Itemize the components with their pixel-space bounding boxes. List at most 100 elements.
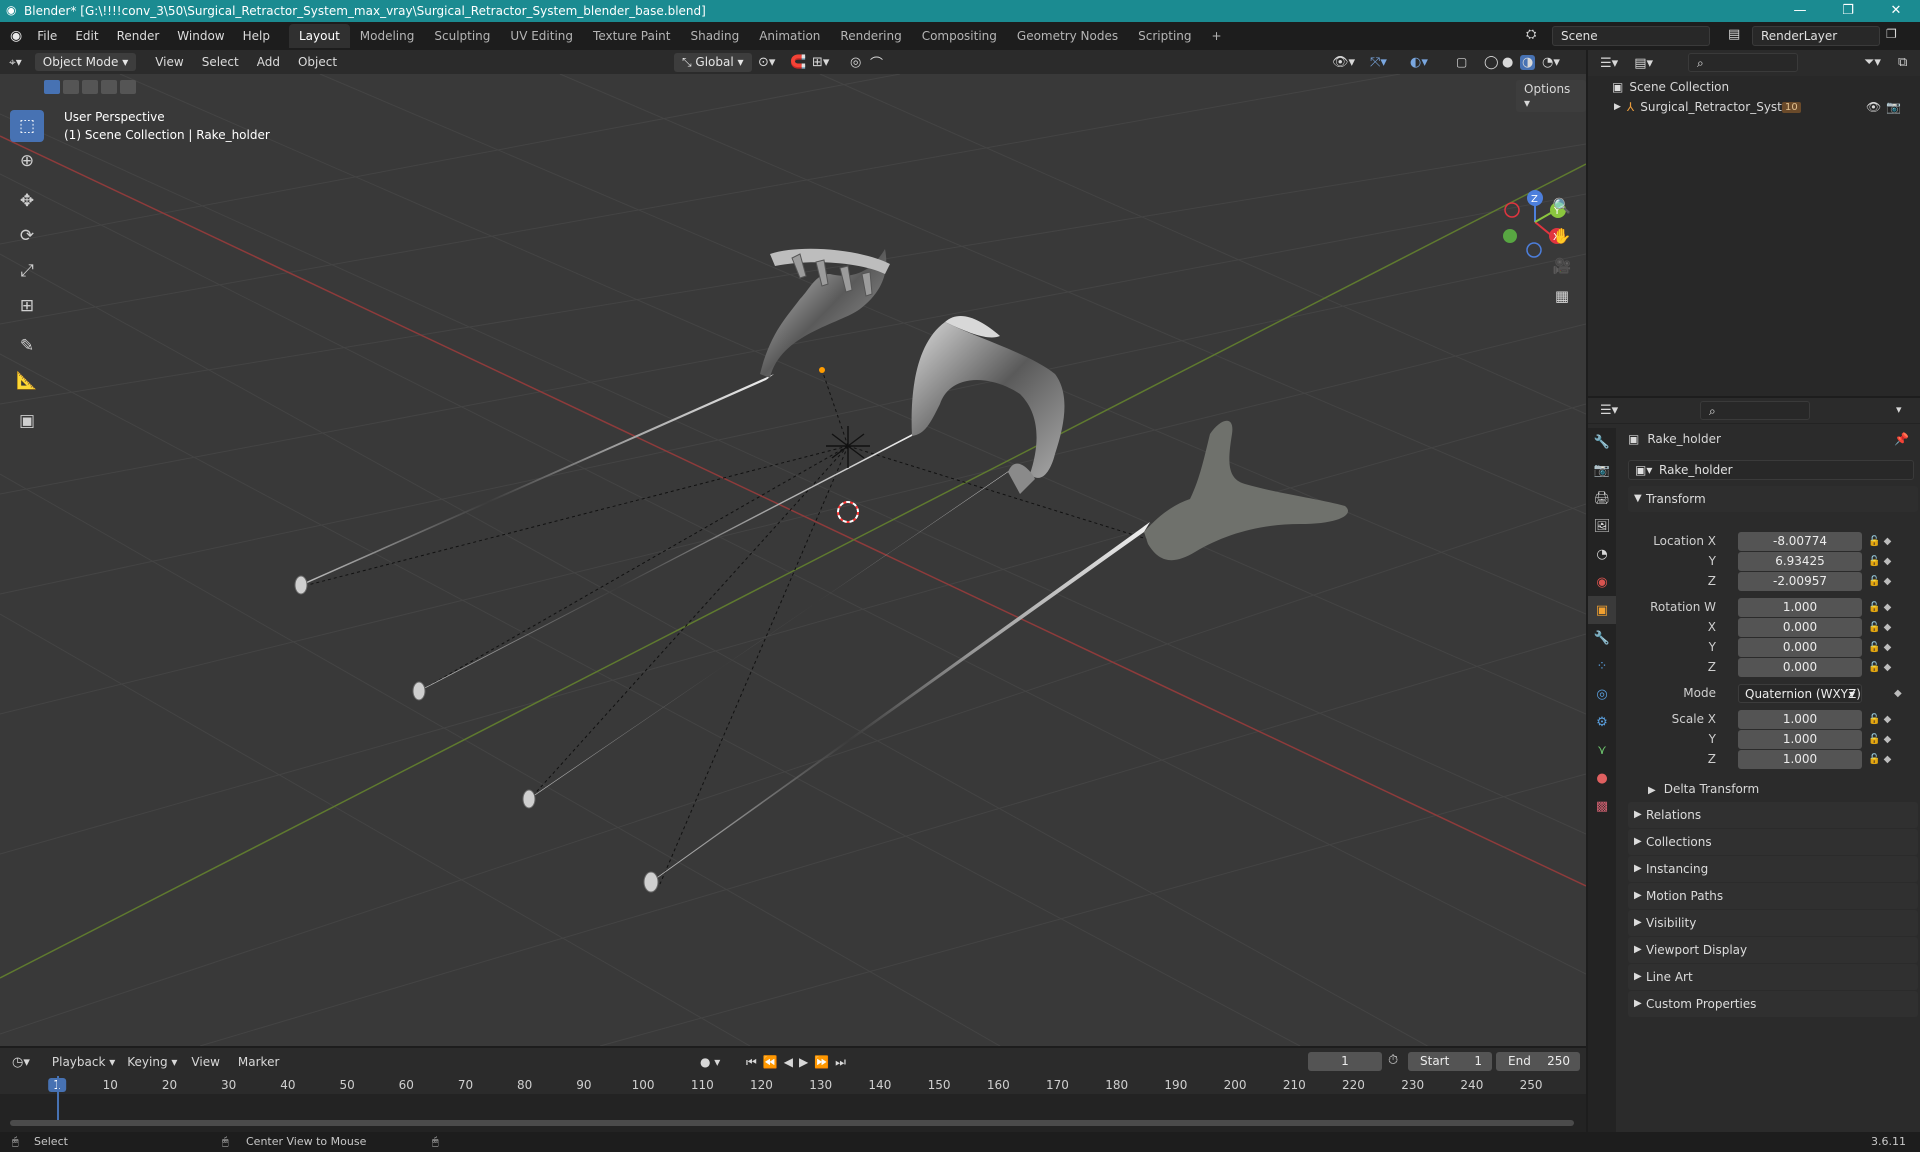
current-frame-field[interactable]: 1 [1308, 1052, 1382, 1071]
physics-tab-icon[interactable]: ◎ [1588, 680, 1616, 708]
menu-timeline-view[interactable]: View [191, 1055, 219, 1069]
new-collection-icon[interactable]: ⧉ [1898, 55, 1907, 70]
retractor-blade[interactable] [911, 316, 1065, 494]
wireframe-shading-icon[interactable]: ◯ [1484, 55, 1499, 70]
new-layer-icon[interactable]: ❐ [1886, 27, 1897, 41]
select-new-icon[interactable] [44, 80, 60, 94]
tab-scripting[interactable]: Scripting [1128, 24, 1201, 48]
select-intersect-icon[interactable] [120, 80, 136, 94]
add-cube-tool-icon[interactable]: ▣ [10, 405, 44, 437]
select-box-tool-icon[interactable]: ⬚ [10, 110, 44, 142]
menu-file[interactable]: File [28, 22, 66, 50]
visibility-panel-header[interactable]: ▶ Visibility [1628, 910, 1918, 936]
properties-options-icon[interactable]: ▾ [1896, 403, 1902, 416]
tab-layout[interactable]: Layout [288, 24, 350, 48]
lock-scale-z-icon[interactable]: 🔓 ◆ [1868, 754, 1891, 765]
menu-render[interactable]: Render [108, 22, 169, 50]
menu-edit[interactable]: Edit [66, 22, 107, 50]
add-workspace-icon[interactable]: + [1202, 24, 1232, 48]
lock-rotation-x-icon[interactable]: 🔓 ◆ [1868, 622, 1891, 633]
material-shading-icon[interactable]: ◑ [1520, 54, 1536, 70]
view-layer-tab-icon[interactable]: 🖼 [1588, 512, 1616, 540]
move-tool-icon[interactable]: ✥ [10, 185, 44, 217]
scale-x-field[interactable]: 1.000 [1738, 710, 1862, 729]
tab-texture-paint[interactable]: Texture Paint [583, 24, 680, 48]
transform-panel-header[interactable]: ▼ Transform [1628, 486, 1918, 512]
collections-panel-header[interactable]: ▶ Collections [1628, 829, 1918, 855]
scene-collection-row[interactable]: ▣ Scene Collection [1612, 80, 1729, 94]
menu-help[interactable]: Help [234, 22, 279, 50]
minimize-button[interactable]: — [1776, 0, 1824, 22]
data-tab-icon[interactable]: ⋎ [1588, 736, 1616, 764]
tab-modeling[interactable]: Modeling [350, 24, 425, 48]
rotation-mode-dropdown[interactable]: Quaternion (WXYZ) ▾ [1738, 684, 1862, 703]
visibility-icon[interactable]: 👁▾ [1332, 55, 1355, 70]
lock-rotation-z-icon[interactable]: 🔓 ◆ [1868, 662, 1891, 673]
editor-type-icon[interactable]: ⌖▾ [0, 55, 31, 70]
3d-viewport[interactable]: Z X Y User Perspective (1) Scene Collect… [0, 74, 1586, 1046]
menu-keying[interactable]: Keying ▾ [127, 1055, 177, 1069]
mode-dropdown[interactable]: Object Mode ▾ [34, 53, 137, 71]
gizmo-toggle-icon[interactable]: ⤧▾ [1370, 55, 1387, 70]
measure-tool-icon[interactable]: 📐 [10, 365, 44, 397]
tab-compositing[interactable]: Compositing [912, 24, 1007, 48]
lock-scale-y-icon[interactable]: 🔓 ◆ [1868, 734, 1891, 745]
rake-handle-3[interactable] [522, 466, 1016, 809]
constraints-tab-icon[interactable]: ⚙ [1588, 708, 1616, 736]
rotate-tool-icon[interactable]: ⟳ [10, 220, 44, 252]
properties-search-input[interactable]: ⌕ [1700, 401, 1810, 420]
menu-view[interactable]: View [146, 55, 192, 69]
texture-tab-icon[interactable]: ▩ [1588, 792, 1616, 820]
orientation-dropdown[interactable]: ⤡ Global ▾ [674, 52, 752, 72]
scene-selector[interactable]: Scene [1552, 26, 1710, 46]
playback-controls[interactable]: ⏮⏪◀▶⏩⏭ [746, 1055, 852, 1070]
blender-menu-icon[interactable]: ◉ [10, 28, 22, 44]
tool-tab-icon[interactable]: 🔧 [1588, 428, 1616, 456]
select-subtract-icon[interactable] [82, 80, 98, 94]
motion-paths-panel-header[interactable]: ▶ Motion Paths [1628, 883, 1918, 909]
lock-location-y-icon[interactable]: 🔓 ◆ [1868, 556, 1891, 567]
stopwatch-icon[interactable]: ⏱ [1388, 1053, 1398, 1068]
start-frame-field[interactable]: Start 1 [1408, 1052, 1492, 1071]
timeline-editor-icon[interactable]: ◷▾ [12, 1055, 30, 1070]
timeline-scale[interactable]: 1102030405060708090100110120130140150160… [0, 1076, 1586, 1132]
close-button[interactable]: ✕ [1872, 0, 1920, 22]
menu-playback[interactable]: Playback ▾ [52, 1055, 115, 1069]
location-z-field[interactable]: -2.00957 [1738, 572, 1862, 591]
annotate-tool-icon[interactable]: ✎ [10, 330, 44, 362]
lock-location-x-icon[interactable]: 🔓 ◆ [1868, 536, 1891, 547]
lock-scale-x-icon[interactable]: 🔓 ◆ [1868, 714, 1891, 725]
scale-y-field[interactable]: 1.000 [1738, 730, 1862, 749]
menu-select[interactable]: Select [193, 55, 248, 69]
rake-handle-2[interactable] [412, 430, 920, 701]
location-y-field[interactable]: 6.93425 [1738, 552, 1862, 571]
particles-tab-icon[interactable]: ⁘ [1588, 652, 1616, 680]
mode-keyframe-icon[interactable]: ◆ [1894, 688, 1902, 699]
pan-hand-icon[interactable]: ✋ [1548, 222, 1576, 250]
output-tab-icon[interactable]: 🖨 [1588, 484, 1616, 512]
properties-editor-icon[interactable]: ☰▾ [1600, 403, 1618, 418]
menu-marker[interactable]: Marker [238, 1055, 279, 1069]
pivot-icon[interactable]: ⊙▾ [758, 55, 775, 70]
playhead[interactable] [57, 1076, 59, 1126]
tab-uv-editing[interactable]: UV Editing [500, 24, 583, 48]
delta-transform-header[interactable]: ▶ Delta Transform [1648, 782, 1759, 796]
modifier-tab-icon[interactable]: 🔧 [1588, 624, 1616, 652]
rendered-shading-icon[interactable]: ◔▾ [1542, 55, 1560, 70]
maximize-button[interactable]: ❐ [1824, 0, 1872, 22]
zoom-icon[interactable]: 🔍 [1548, 192, 1576, 220]
scale-tool-icon[interactable]: ⤢ [10, 255, 44, 287]
lock-rotation-y-icon[interactable]: 🔓 ◆ [1868, 642, 1891, 653]
rake-blade[interactable] [760, 248, 890, 378]
rotation-z-field[interactable]: 0.000 [1738, 658, 1862, 677]
rake-holder-handle[interactable] [643, 522, 1150, 893]
transform-tool-icon[interactable]: ⊞ [10, 290, 44, 322]
location-x-field[interactable]: -8.00774 [1738, 532, 1862, 551]
end-frame-field[interactable]: End 250 [1496, 1052, 1580, 1071]
scene-tab-icon[interactable]: ◔ [1588, 540, 1616, 568]
select-invert-icon[interactable] [101, 80, 117, 94]
filter-icon[interactable]: ⏷▾ [1864, 55, 1881, 70]
menu-add[interactable]: Add [248, 55, 289, 69]
render-camera-icon[interactable]: 📷 [1886, 100, 1901, 114]
cursor-tool-icon[interactable]: ⊕ [10, 145, 44, 177]
